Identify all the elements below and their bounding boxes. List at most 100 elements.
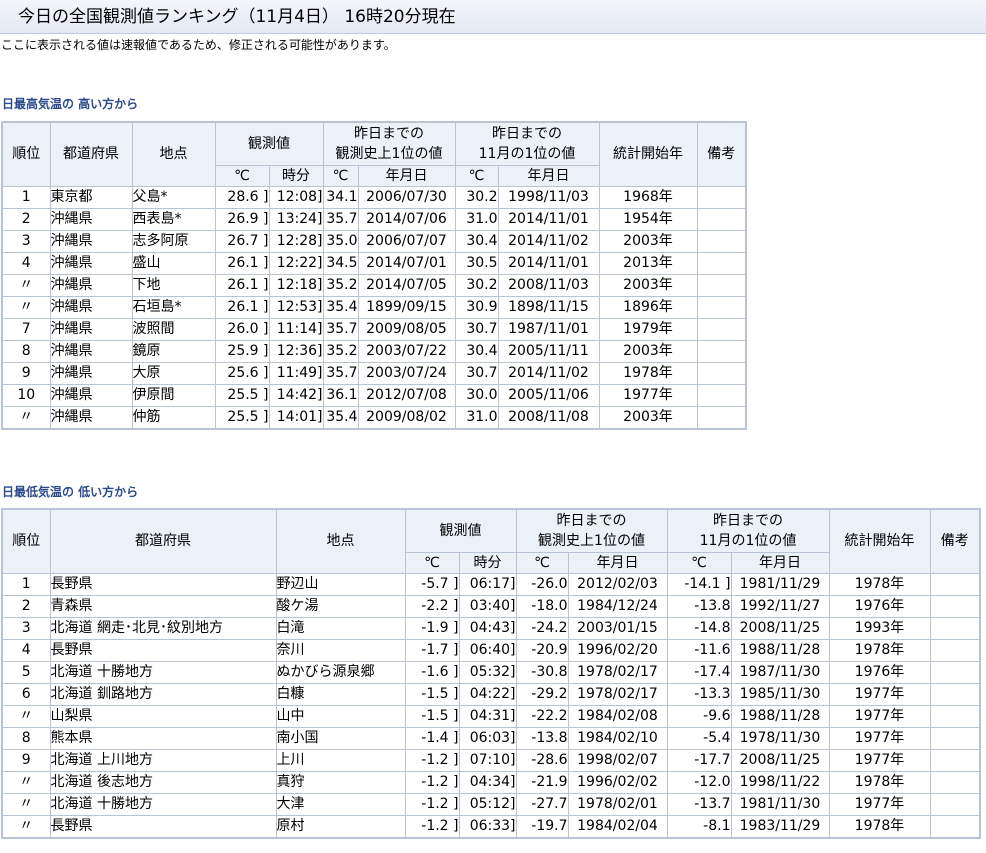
cell-prefecture: 長野県 <box>49 639 277 662</box>
cell-note <box>929 661 981 684</box>
header-start-year: 統計開始年 <box>828 508 931 574</box>
cell-observed-time: 04:31] <box>458 705 517 728</box>
cell-place: 仲筋 <box>131 406 216 430</box>
cell-rank: 〃 <box>1 793 51 816</box>
cell-month-date: 2008/11/25 <box>730 617 830 640</box>
cell-observed-time: 06:03] <box>458 727 517 750</box>
cell-rank: 2 <box>1 208 51 231</box>
cell-month-date: 1988/11/28 <box>730 639 830 662</box>
cell-month-celsius: 30.2 <box>454 274 499 297</box>
cell-historical-date: 1984/02/10 <box>567 727 668 750</box>
cell-start-year: 1993年 <box>828 617 931 640</box>
cell-historical-date: 1996/02/20 <box>567 639 668 662</box>
table-row: 4 沖縄県 盛山 26.1 ] 12:22] 34.5 2014/07/01 30.5 2014… <box>1 252 747 275</box>
cell-place: 白糠 <box>275 683 406 706</box>
header-note: 備考 <box>696 121 747 187</box>
table-row: 10 沖縄県 伊原間 25.5 ] 14:42] 36.1 2012/07/08 30.0 20… <box>1 384 747 407</box>
cell-month-celsius: -14.8 <box>666 617 732 640</box>
table-row: 〃長野県 原村 -1.2 ] 06:33] -19.7 1984/02/04 -8.1 198… <box>1 815 981 839</box>
cell-start-year: 1979年 <box>598 318 698 341</box>
cell-observed-celsius: 25.9 ] <box>214 340 270 363</box>
cell-observed-time: 13:24] <box>268 208 324 231</box>
cell-start-year: 2003年 <box>598 406 698 430</box>
cell-rank: 4 <box>1 639 51 662</box>
cell-place: 野辺山 <box>275 573 406 596</box>
cell-month-celsius: 31.0 <box>454 208 499 231</box>
cell-month-date: 2014/11/01 <box>497 252 600 275</box>
cell-start-year: 1977年 <box>828 705 931 728</box>
cell-observed-celsius: 26.9 ] <box>214 208 270 231</box>
cell-rank: 1 <box>1 186 51 209</box>
cell-rank: 8 <box>1 340 51 363</box>
cell-month-celsius: -5.4 <box>666 727 732 750</box>
cell-start-year: 1978年 <box>828 573 931 596</box>
cell-historical-celsius: -19.7 <box>515 815 569 839</box>
cell-historical-date: 2014/07/01 <box>357 252 456 275</box>
cell-observed-celsius: -2.2 ] <box>404 595 460 618</box>
cell-historical-date: 2014/07/06 <box>357 208 456 231</box>
cell-start-year: 2003年 <box>598 230 698 253</box>
cell-start-year: 1977年 <box>828 793 931 816</box>
cell-prefecture: 沖縄県 <box>49 274 133 297</box>
cell-prefecture: 沖縄県 <box>49 362 133 385</box>
table-row: 3 北海道 網走･北見･紋別地方 白滝 -1.9 ] 04:43] -24.2 2003/0… <box>1 617 981 640</box>
header-historical-line2: 観測史上1位の値 <box>538 533 645 549</box>
cell-observed-time: 12:18] <box>268 274 324 297</box>
table-row: 6 北海道 釧路地方 白糠 -1.5 ] 04:22] -29.2 1978/02/17 -1… <box>1 683 981 706</box>
cell-rank: 6 <box>1 683 51 706</box>
cell-month-date: 1998/11/22 <box>730 771 830 794</box>
cell-historical-celsius: 35.2 <box>322 340 359 363</box>
cell-note <box>696 384 747 407</box>
table-row: 8 熊本県 南小国 -1.4 ] 06:03] -13.8 1984/02/10 -5.4 19… <box>1 727 981 750</box>
cell-start-year: 2003年 <box>598 340 698 363</box>
cell-note <box>929 771 981 794</box>
cell-observed-celsius: 25.5 ] <box>214 406 270 430</box>
cell-historical-date: 2006/07/30 <box>357 186 456 209</box>
cell-historical-celsius: -13.8 <box>515 727 569 750</box>
cell-month-date: 1988/11/28 <box>730 705 830 728</box>
cell-observed-celsius: -1.2 ] <box>404 749 460 772</box>
cell-historical-date: 2003/07/24 <box>357 362 456 385</box>
cell-start-year: 1968年 <box>598 186 698 209</box>
cell-observed-celsius: 26.1 ] <box>214 274 270 297</box>
cell-month-date: 2008/11/08 <box>497 406 600 430</box>
cell-observed-celsius: -1.7 ] <box>404 639 460 662</box>
cell-note <box>929 793 981 816</box>
header-place: 地点 <box>275 508 406 574</box>
cell-month-celsius: 30.2 <box>454 186 499 209</box>
table-row: 〃沖縄県 下地 26.1 ] 12:18] 35.2 2014/07/05 30.2 2008… <box>1 274 747 297</box>
cell-month-date: 2005/11/06 <box>497 384 600 407</box>
cell-observed-time: 06:33] <box>458 815 517 839</box>
cell-month-celsius: -13.8 <box>666 595 732 618</box>
cell-observed-celsius: -1.2 ] <box>404 793 460 816</box>
cell-month-date: 2014/11/02 <box>497 362 600 385</box>
cell-historical-date: 2003/07/22 <box>357 340 456 363</box>
cell-observed-time: 03:40] <box>458 595 517 618</box>
cell-place: 下地 <box>131 274 216 297</box>
cell-observed-time: 12:08] <box>268 186 324 209</box>
table-row: 3 沖縄県 志多阿原 26.7 ] 12:28] 35.0 2006/07/07 30.4 20… <box>1 230 747 253</box>
section-heading-low: 日最低気温の 低い方から <box>2 485 139 499</box>
cell-place: 原村 <box>275 815 406 839</box>
preliminary-notice: ここに表示される値は速報値であるため、修正される可能性があります。 <box>1 38 396 52</box>
cell-place: 大津 <box>275 793 406 816</box>
cell-place: 父島* <box>131 186 216 209</box>
cell-start-year: 1954年 <box>598 208 698 231</box>
header-rank: 順位 <box>1 508 51 574</box>
cell-prefecture: 長野県 <box>49 573 277 596</box>
cell-observed-celsius: -5.7 ] <box>404 573 460 596</box>
cell-month-date: 2008/11/03 <box>497 274 600 297</box>
cell-place: ぬかびら源泉郷 <box>275 661 406 684</box>
cell-month-celsius: 30.4 <box>454 230 499 253</box>
header-rank: 順位 <box>1 121 51 187</box>
cell-place: 石垣島* <box>131 296 216 319</box>
cell-observed-time: 12:53] <box>268 296 324 319</box>
cell-place: 大原 <box>131 362 216 385</box>
cell-observed-celsius: 26.0 ] <box>214 318 270 341</box>
cell-start-year: 1896年 <box>598 296 698 319</box>
cell-month-date: 2005/11/11 <box>497 340 600 363</box>
cell-observed-celsius: -1.5 ] <box>404 683 460 706</box>
header-historical-line2: 観測史上1位の値 <box>335 146 443 162</box>
subheader-time: 時分 <box>458 552 517 574</box>
cell-observed-time: 06:40] <box>458 639 517 662</box>
